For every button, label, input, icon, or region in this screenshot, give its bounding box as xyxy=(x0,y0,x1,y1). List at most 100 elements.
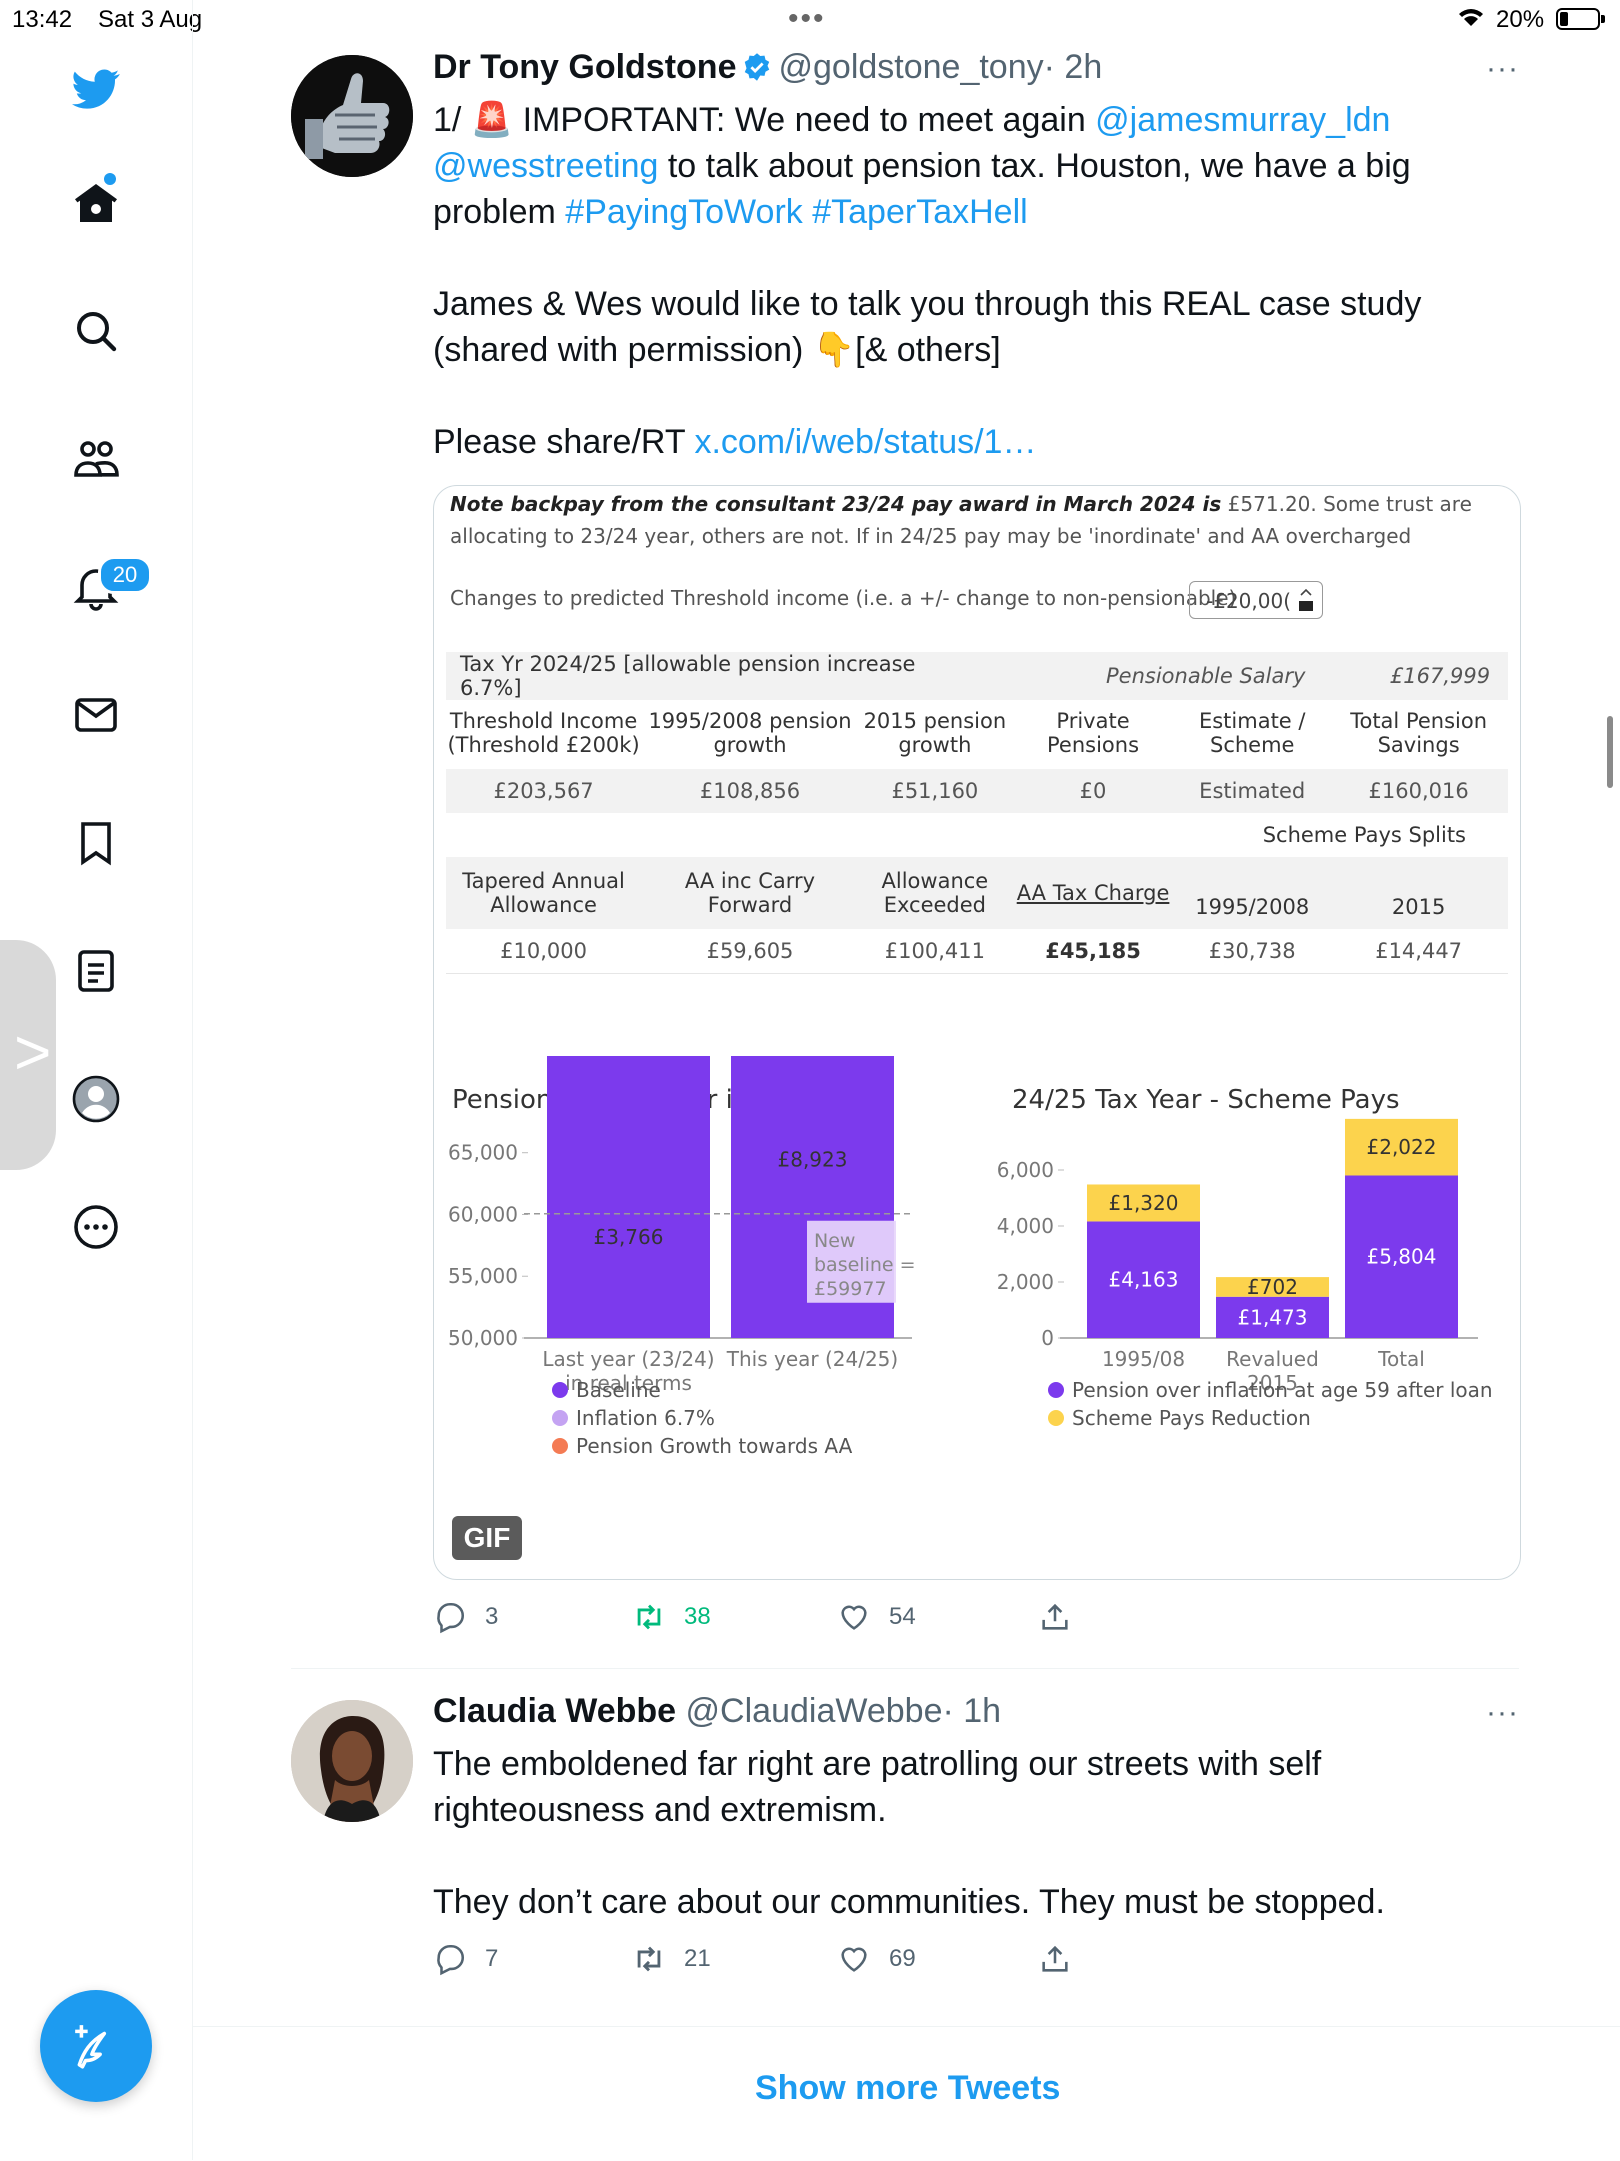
slide-over-handle[interactable]: > xyxy=(0,940,56,1170)
messages-icon[interactable] xyxy=(67,686,125,744)
share-button[interactable] xyxy=(1038,1942,1090,1976)
tweet-media-gif[interactable]: Note backpay from the consultant 23/24 p… xyxy=(433,485,1521,1580)
bookmarks-icon[interactable] xyxy=(67,814,125,872)
data-label: £4,163 xyxy=(1109,1268,1179,1292)
x-tick-label: Revalued xyxy=(1226,1347,1319,1371)
retweet-button[interactable]: 21 xyxy=(632,1942,711,1976)
lists-icon[interactable] xyxy=(67,942,125,1000)
avatar[interactable] xyxy=(291,55,413,177)
profile-icon[interactable] xyxy=(67,1070,125,1128)
battery-percent: 20% xyxy=(1496,6,1545,33)
table-header: Threshold Income (Threshold £200k) xyxy=(447,709,640,757)
scrollbar[interactable] xyxy=(1607,716,1613,788)
y-tick-label: 60,000 xyxy=(448,1202,518,1226)
heart-icon xyxy=(841,1947,867,1972)
table-header: Estimate / Scheme xyxy=(1198,709,1306,757)
legend-label: Baseline xyxy=(576,1378,661,1402)
media-note: Note backpay from the consultant 23/24 p… xyxy=(450,492,1472,548)
share-icon xyxy=(1042,1945,1068,1972)
table-cell: £10,000 xyxy=(500,938,587,963)
compose-tweet-button[interactable] xyxy=(40,1990,152,2102)
status-link[interactable]: x.com/i/web/status/1… xyxy=(694,423,1036,461)
threshold-stepper[interactable]: -£20,00( xyxy=(1189,581,1323,619)
stepper-arrows-icon[interactable] xyxy=(1296,585,1316,615)
x-tick-label: Last year (23/24) xyxy=(542,1347,714,1371)
tweet-body: The emboldened far right are patrolling … xyxy=(433,1745,1385,1921)
table-cell: £100,411 xyxy=(884,938,985,963)
data-label: £5,804 xyxy=(1367,1245,1437,1269)
table-cell: Estimated xyxy=(1199,779,1306,803)
table-cell: £14,447 xyxy=(1375,938,1463,963)
table-header: Total Pension Savings xyxy=(1350,709,1488,757)
bar-baseline xyxy=(547,1056,710,1338)
avatar[interactable] xyxy=(291,1700,413,1822)
author-name[interactable]: Claudia Webbe xyxy=(433,1692,676,1730)
like-count: 69 xyxy=(889,1945,916,1972)
pension-table: Tax Yr 2024/25 [allowable pension increa… xyxy=(446,652,1508,700)
data-label: £1,473 xyxy=(1238,1305,1308,1329)
tweet-more-button[interactable]: ··· xyxy=(1486,1696,1519,1730)
chart-title: 24/25 Tax Year - Scheme Pays xyxy=(1012,1085,1400,1115)
author-name[interactable]: Dr Tony Goldstone xyxy=(433,48,736,86)
table-header: 2015 pension growth xyxy=(863,709,1007,757)
data-label: £3,766 xyxy=(594,1225,664,1249)
search-icon[interactable] xyxy=(67,302,125,360)
pensionable-label: Pensionable Salary xyxy=(1106,664,1306,688)
legend-label: Scheme Pays Reduction xyxy=(1072,1406,1311,1430)
home-icon[interactable] xyxy=(67,175,125,233)
retweet-icon xyxy=(637,1604,661,1630)
reply-button[interactable]: 7 xyxy=(433,1942,498,1976)
table-header: 1995/2008 pension growth xyxy=(648,709,852,757)
show-more-label[interactable]: Show more Tweets xyxy=(755,2069,1060,2108)
retweet-button[interactable]: 38 xyxy=(632,1600,711,1634)
mention-link[interactable]: @wesstreeting xyxy=(433,147,658,185)
mention-link[interactable]: @jamesmurray_ldn xyxy=(1095,101,1390,139)
table-header: Private Pensions xyxy=(1047,709,1140,757)
tweet-timestamp[interactable]: · 2h xyxy=(1044,48,1103,86)
like-count: 54 xyxy=(889,1603,916,1630)
charts-area: Pension growth over inflation50,00055,00… xyxy=(448,1056,1493,1458)
reply-button[interactable]: 3 xyxy=(433,1600,498,1634)
tweet-actions: 3 38 54 xyxy=(433,1600,1133,1640)
pensionable-value: £167,999 xyxy=(1389,664,1491,688)
share-button[interactable] xyxy=(1038,1600,1090,1634)
legend-marker xyxy=(1048,1382,1064,1398)
tweet-body: 1/ 🚨 IMPORTANT: We need to meet again @j… xyxy=(433,101,1422,461)
x-tick-label: 1995/08 xyxy=(1102,1347,1185,1371)
like-button[interactable]: 69 xyxy=(837,1942,916,1976)
notifications-badge: 20 xyxy=(98,556,152,594)
data-label: £8,923 xyxy=(778,1148,848,1172)
like-button[interactable]: 54 xyxy=(837,1600,916,1634)
reply-count: 7 xyxy=(485,1945,499,1972)
retweet-count: 21 xyxy=(684,1945,711,1972)
hashtag-link[interactable]: #TaperTaxHell xyxy=(812,193,1027,231)
table-cell: £45,185 xyxy=(1045,938,1141,963)
y-tick-label: 4,000 xyxy=(997,1214,1054,1238)
author-handle[interactable]: @goldstone_tony xyxy=(778,48,1043,86)
twitter-bird-icon[interactable] xyxy=(67,60,125,118)
tweet-timestamp[interactable]: · 1h xyxy=(942,1692,1001,1730)
y-tick-label: 55,000 xyxy=(448,1264,518,1288)
table-cell: £30,738 xyxy=(1208,938,1296,963)
tweet-more-button[interactable]: ··· xyxy=(1486,52,1519,86)
annotation-text: baseline = xyxy=(814,1254,916,1276)
legend-marker xyxy=(552,1438,568,1454)
communities-icon[interactable] xyxy=(67,430,125,488)
threshold-label: Changes to predicted Threshold income (i… xyxy=(450,586,1237,610)
data-label: £2,022 xyxy=(1367,1135,1437,1159)
home-unread-dot xyxy=(104,173,116,185)
show-more-tweets[interactable]: Show more Tweets xyxy=(193,2026,1620,2161)
table-header: 1995/2008 xyxy=(1195,895,1310,919)
legend-label: Inflation 6.7% xyxy=(576,1406,715,1430)
data-label: £702 xyxy=(1247,1275,1298,1299)
hashtag-link[interactable]: #PayingToWork xyxy=(565,193,803,231)
verified-badge-icon xyxy=(742,52,772,91)
reply-count: 3 xyxy=(485,1603,499,1630)
table-header: 2015 xyxy=(1391,895,1446,919)
y-tick-label: 50,000 xyxy=(448,1326,518,1350)
more-icon[interactable] xyxy=(67,1198,125,1256)
multitasking-dots-icon[interactable]: ••• xyxy=(788,2,826,36)
author-handle[interactable]: @ClaudiaWebbe xyxy=(686,1692,943,1730)
table-header: AA inc Carry Forward xyxy=(684,869,816,917)
table-cell: £59,605 xyxy=(706,938,794,963)
